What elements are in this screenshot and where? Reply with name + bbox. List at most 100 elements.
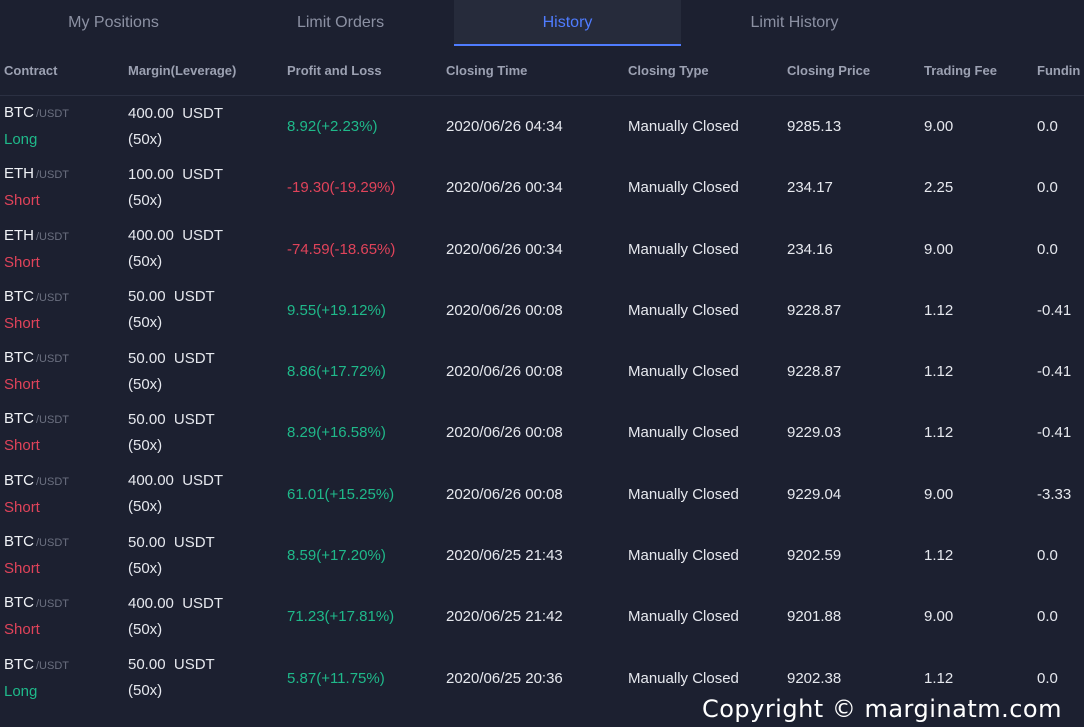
funding-fee: 0.0 [1037, 118, 1058, 135]
closing-type: Manually Closed [628, 118, 739, 135]
trading-fee: 1.12 [924, 424, 954, 442]
funding-fee: 0.0 [1037, 547, 1058, 565]
contract-cell: BTC/USDT Long [4, 648, 124, 709]
table-header: Contract Margin(Leverage) Profit and Los… [0, 46, 1084, 96]
closing-time: 2020/06/26 00:34 [446, 179, 563, 197]
contract-cell: BTC/USDT Long [4, 96, 124, 157]
position-side: Short [4, 192, 40, 210]
leverage: (50x) [128, 191, 163, 209]
position-side: Short [4, 314, 40, 332]
profit-and-loss: 5.87(+11.75%) [287, 669, 385, 687]
profit-and-loss: 8.86(+17.72%) [287, 363, 386, 381]
margin-cell: 400.00 USDT (50x) [128, 464, 278, 525]
closing-type: Manually Closed [628, 485, 739, 503]
table-row[interactable]: BTC/USDT Short 400.00 USDT (50x) 71.23(+17.8… [0, 586, 1084, 647]
margin-cell: 50.00 USDT (50x) [128, 341, 278, 402]
contract-symbol: BTC [4, 594, 34, 612]
margin-cell: 100.00 USDT (50x) [128, 157, 278, 218]
closing-time: 2020/06/25 20:36 [446, 669, 563, 687]
contract-pair: BTC/USDT [4, 529, 69, 556]
margin-amount: 400.00 USDT [128, 594, 224, 612]
funding-fee: 0.0 [1037, 608, 1058, 626]
closing-price: 9229.04 [787, 485, 842, 503]
leverage: (50x) [128, 253, 163, 271]
trading-fee: 2.25 [924, 179, 954, 197]
trading-fee: 9.00 [924, 485, 954, 503]
closing-type: Manually Closed [628, 301, 739, 319]
margin-cell: 50.00 USDT (50x) [128, 648, 278, 709]
funding-fee: -0.41 [1037, 363, 1072, 381]
closing-time: 2020/06/26 00:08 [446, 363, 563, 381]
closing-time: 2020/06/25 21:43 [446, 547, 563, 565]
position-side: Short [4, 560, 40, 578]
funding-fee: -3.33 [1037, 485, 1072, 503]
leverage: (50x) [128, 620, 163, 638]
funding-fee: 0.0 [1037, 179, 1058, 197]
contract-symbol: BTC [4, 104, 34, 121]
profit-and-loss: 9.55(+19.12%) [287, 301, 386, 319]
margin-cell: 400.00 USDT (50x) [128, 96, 278, 157]
contract-cell: ETH/USDT Short [4, 157, 124, 218]
table-row[interactable]: BTC/USDT Long 400.00 USDT (50x) 8.92(+2.23%)… [0, 96, 1084, 157]
table-row[interactable]: ETH/USDT Short 400.00 USDT (50x) -74.59(-18.… [0, 219, 1084, 280]
table-row[interactable]: BTC/USDT Short 50.00 USDT (50x) 8.59(+17.20%… [0, 525, 1084, 586]
table-row[interactable]: BTC/USDT Short 50.00 USDT (50x) 8.29(+16.58%… [0, 402, 1084, 463]
profit-and-loss: 8.59(+17.20%) [287, 547, 386, 565]
contract-symbol: BTC [4, 655, 34, 673]
margin-amount: 50.00 USDT [128, 288, 215, 306]
closing-time: 2020/06/26 00:08 [446, 301, 563, 319]
table-row[interactable]: BTC/USDT Short 50.00 USDT (50x) 9.55(+19.12%… [0, 280, 1084, 341]
closing-type: Manually Closed [628, 179, 739, 197]
trading-fee: 1.12 [924, 301, 954, 319]
table-row[interactable]: BTC/USDT Short 50.00 USDT (50x) 8.86(+17.72%… [0, 341, 1084, 402]
profit-and-loss: 8.29(+16.58%) [287, 424, 386, 442]
trading-fee: 9.00 [924, 118, 954, 135]
tab-limit-orders[interactable]: Limit Orders [227, 0, 454, 46]
contract-quote: /USDT [36, 475, 69, 488]
tab-my-positions[interactable]: My Positions [0, 0, 227, 46]
header-contract: Contract [4, 63, 58, 78]
closing-price: 9228.87 [787, 363, 842, 381]
closing-time: 2020/06/26 00:08 [446, 424, 563, 442]
funding-fee: -0.41 [1037, 424, 1072, 442]
contract-pair: BTC/USDT [4, 652, 69, 679]
margin-amount: 50.00 USDT [128, 410, 215, 428]
position-side: Short [4, 621, 40, 639]
contract-cell: BTC/USDT Short [4, 586, 124, 647]
margin-cell: 50.00 USDT (50x) [128, 280, 278, 341]
contract-pair: BTC/USDT [4, 100, 69, 127]
leverage: (50x) [128, 436, 163, 454]
table-row[interactable]: ETH/USDT Short 100.00 USDT (50x) -19.30(-19.… [0, 157, 1084, 218]
profit-and-loss: -19.30(-19.29%) [287, 179, 396, 197]
table-body: BTC/USDT Long 400.00 USDT (50x) 8.92(+2.23%)… [0, 96, 1084, 709]
contract-symbol: BTC [4, 410, 34, 428]
closing-type: Manually Closed [628, 424, 739, 442]
header-margin: Margin(Leverage) [128, 63, 237, 78]
profit-and-loss: -74.59(-18.65%) [287, 240, 396, 258]
contract-pair: BTC/USDT [4, 406, 69, 433]
margin-cell: 50.00 USDT (50x) [128, 525, 278, 586]
leverage: (50x) [128, 314, 163, 332]
closing-time: 2020/06/26 00:08 [446, 485, 563, 503]
contract-quote: /USDT [36, 230, 69, 243]
header-funding: Fundin [1037, 63, 1081, 78]
closing-time: 2020/06/26 00:34 [446, 240, 563, 258]
header-pnl: Profit and Loss [287, 63, 382, 78]
funding-fee: -0.41 [1037, 301, 1072, 319]
tab-history[interactable]: History [454, 0, 681, 46]
trading-history-app: My Positions Limit Orders History Limit … [0, 0, 1084, 727]
contract-symbol: ETH [4, 226, 34, 244]
trading-fee: 9.00 [924, 240, 954, 258]
closing-price: 9201.88 [787, 608, 842, 626]
contract-quote: /USDT [36, 414, 69, 427]
margin-cell: 400.00 USDT (50x) [128, 219, 278, 280]
contract-quote: /USDT [36, 537, 69, 550]
profit-and-loss: 8.92(+2.23%) [287, 118, 378, 135]
table-row[interactable]: BTC/USDT Short 400.00 USDT (50x) 61.01(+15.2… [0, 464, 1084, 525]
leverage: (50x) [128, 682, 163, 700]
profit-and-loss: 61.01(+15.25%) [287, 485, 395, 503]
contract-cell: ETH/USDT Short [4, 219, 124, 280]
header-trading-fee: Trading Fee [924, 63, 997, 78]
position-side: Long [4, 131, 38, 148]
tab-limit-history[interactable]: Limit History [681, 0, 908, 46]
